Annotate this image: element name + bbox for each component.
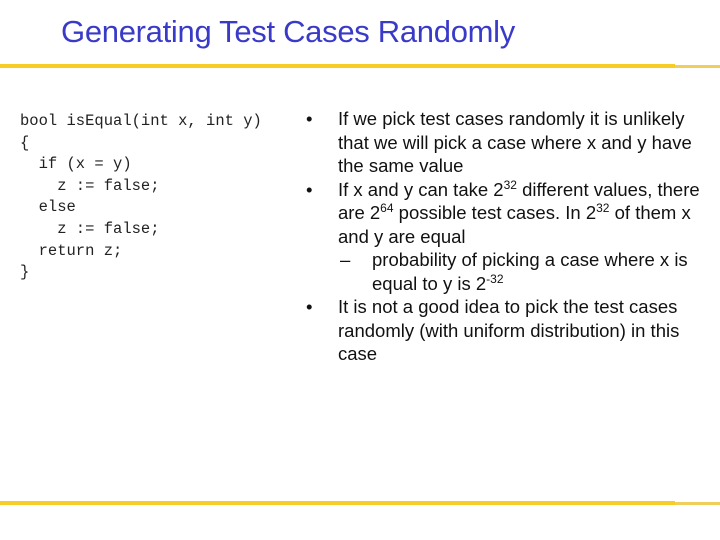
bullet-text: If x and y can take 232 different values…	[338, 179, 700, 247]
footer-divider	[0, 501, 675, 505]
sub-bullet-list: – probability of picking a case where x …	[338, 248, 716, 295]
exponent: -32	[486, 271, 504, 286]
code-line: else	[20, 198, 76, 217]
bullet-marker: •	[306, 108, 313, 129]
code-block: bool isEqual(int x, int y) { if (x = y) z…	[20, 111, 262, 284]
title-divider-tail	[675, 65, 720, 68]
code-line: return z;	[20, 241, 123, 260]
bullet-item: • It is not a good idea to pick the test…	[306, 295, 716, 366]
sub-bullet-item: – probability of picking a case where x …	[338, 248, 716, 295]
bullet-marker: •	[306, 296, 313, 317]
text-fragment: probability of picking a case where x is…	[372, 249, 688, 294]
code-line: if (x = y)	[20, 155, 132, 174]
text-fragment: possible test cases. In 2	[393, 202, 597, 223]
code-line: z := false;	[20, 176, 160, 195]
bullet-list: • If we pick test cases randomly it is u…	[306, 107, 716, 366]
bullet-item: • If we pick test cases randomly it is u…	[306, 107, 716, 178]
exponent: 32	[503, 177, 517, 192]
exponent: 64	[380, 201, 394, 215]
bullet-item: • If x and y can take 232 different valu…	[306, 178, 716, 296]
exponent: 32	[596, 201, 610, 215]
code-line: z := false;	[20, 219, 160, 238]
title-divider	[0, 64, 675, 68]
bullet-text: If we pick test cases randomly it is unl…	[338, 108, 692, 176]
code-line: }	[20, 263, 30, 282]
footer-divider-tail	[675, 502, 720, 505]
slide-title: Generating Test Cases Randomly	[61, 14, 515, 49]
dash-marker: –	[340, 249, 351, 270]
sub-bullet-text: probability of picking a case where x is…	[372, 249, 688, 294]
bullet-text: It is not a good idea to pick the test c…	[338, 296, 680, 364]
code-line: bool isEqual(int x, int y)	[20, 112, 262, 130]
bullet-marker: •	[306, 178, 313, 200]
code-line: {	[20, 133, 30, 152]
text-fragment: If x and y can take 2	[338, 178, 504, 200]
